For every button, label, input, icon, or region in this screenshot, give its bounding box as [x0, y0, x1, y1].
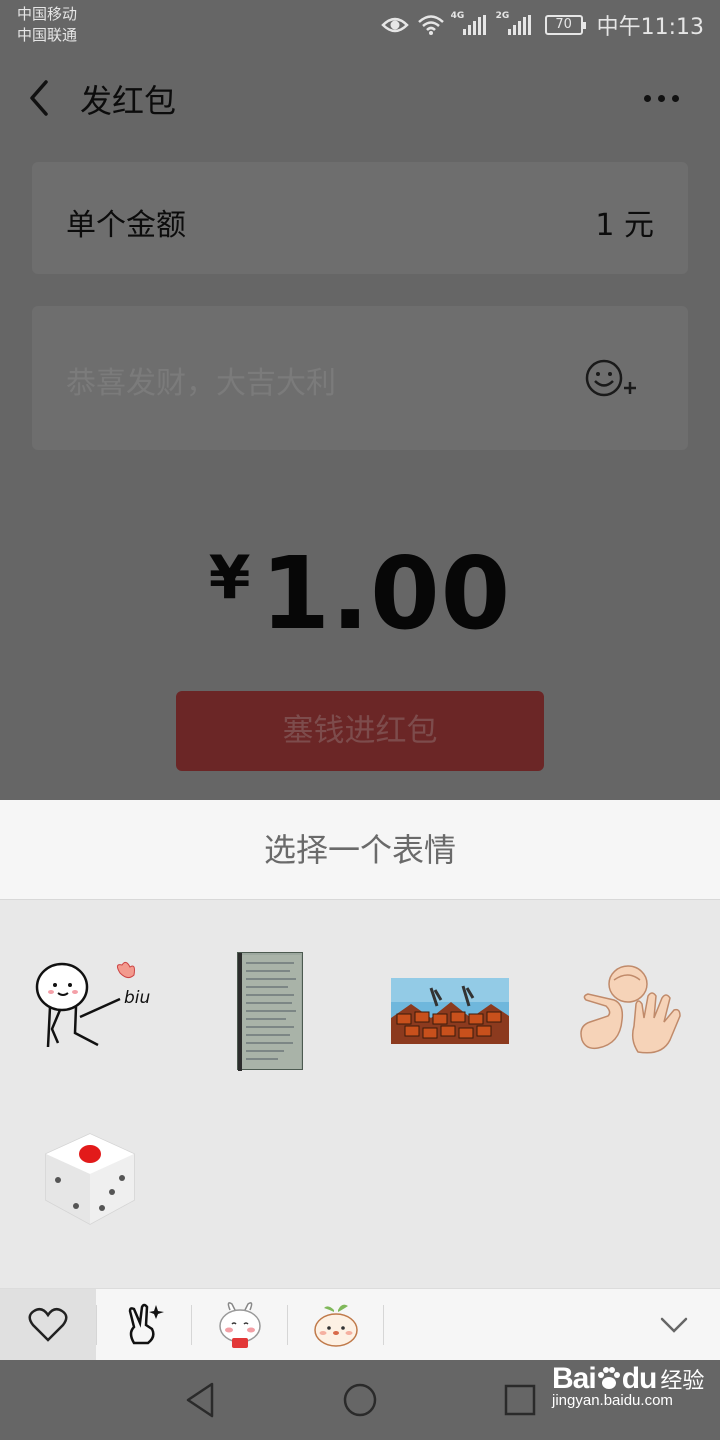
status-icons: 4G 2G 70 中午11:13 — [380, 8, 704, 42]
chevron-left-icon — [30, 80, 48, 116]
blessing-placeholder: 恭喜发财，大吉大利 — [66, 366, 336, 401]
network-1-label: 4G — [450, 11, 465, 21]
sticker-biu[interactable]: biu — [30, 955, 156, 1055]
title-bar: 发红包 — [0, 60, 720, 136]
network-2-label: 2G — [495, 11, 510, 21]
circle-home-icon — [343, 1383, 377, 1417]
baidu-jingyan-watermark: Bai du 经验 jingyan.baidu.com — [552, 1362, 704, 1409]
square-recents-icon — [504, 1384, 536, 1416]
currency-symbol: ¥ — [208, 543, 251, 613]
watermark-logo: Bai — [552, 1362, 597, 1395]
total-amount: ¥1.00 — [0, 535, 720, 652]
status-bar: 中国移动 中国联通 4G 2G 70 中午11:13 — [0, 0, 720, 50]
amount-field[interactable]: 单个金额 1 元 — [32, 162, 688, 274]
nav-recents-button[interactable] — [498, 1378, 542, 1422]
paw-icon — [597, 1367, 620, 1389]
sticker-note-photo[interactable] — [237, 952, 303, 1071]
signal-2g-icon: 2G — [496, 11, 531, 35]
note-photo-image — [238, 953, 301, 1071]
wifi-icon — [417, 15, 444, 35]
put-money-button[interactable]: 塞钱进红包 — [176, 691, 544, 771]
more-dot-icon — [672, 94, 679, 102]
back-button[interactable] — [26, 78, 56, 118]
watermark-logo-2: du — [621, 1362, 658, 1395]
carrier-1: 中国移动 — [17, 5, 78, 23]
victory-hand-icon — [128, 1303, 164, 1345]
sticker-rock-paper-scissors[interactable] — [574, 960, 686, 1060]
hand-gestures-icon — [580, 965, 681, 1054]
signal-4g-icon: 4G — [451, 11, 486, 35]
more-options-button[interactable] — [644, 86, 684, 110]
triangle-back-icon — [186, 1382, 214, 1418]
sticker-pack-tabs — [0, 1288, 720, 1361]
watermark-cn: 经验 — [660, 1369, 705, 1394]
tab-gesture-pack[interactable] — [96, 1289, 192, 1361]
dice-icon — [45, 1133, 135, 1225]
battery-indicator: 70 — [544, 15, 586, 35]
chevron-down-icon — [660, 1317, 688, 1333]
carrier-labels: 中国移动 中国联通 — [17, 4, 77, 46]
biu-text: biu — [124, 988, 151, 1008]
add-emoji-button[interactable] — [584, 358, 638, 402]
sticker-game-screenshot[interactable] — [391, 978, 509, 1044]
total-value: 1.00 — [260, 535, 512, 652]
blessing-message-field[interactable]: 恭喜发财，大吉大利 — [32, 306, 688, 450]
tab-peach-pack[interactable] — [288, 1289, 384, 1361]
game-screenshot-image — [391, 978, 509, 1044]
bunny-face-icon — [219, 1302, 261, 1348]
tab-bunny-pack[interactable] — [192, 1289, 288, 1361]
clock: 中午11:13 — [596, 15, 704, 40]
more-dot-icon — [658, 94, 665, 102]
heart-icon — [28, 1307, 68, 1342]
biu-character-icon: biu — [35, 961, 151, 1048]
amount-label: 单个金额 — [66, 208, 186, 243]
page-title: 发红包 — [80, 82, 177, 120]
sticker-dice[interactable] — [40, 1128, 140, 1228]
nav-home-button[interactable] — [338, 1378, 382, 1422]
picker-title: 选择一个表情 — [0, 800, 720, 900]
amount-value: 1 元 — [595, 208, 654, 243]
tab-favorites[interactable] — [0, 1289, 96, 1361]
peach-face-icon — [314, 1304, 358, 1347]
collapse-picker-button[interactable] — [654, 1307, 694, 1343]
more-dot-icon — [644, 94, 651, 102]
tab-separator — [383, 1305, 384, 1345]
emoji-picker-sheet: 选择一个表情 biu — [0, 800, 720, 1361]
nav-back-button[interactable] — [180, 1378, 224, 1422]
smiley-add-icon — [585, 359, 636, 397]
eye-icon — [380, 17, 409, 33]
carrier-2: 中国联通 — [17, 26, 78, 44]
